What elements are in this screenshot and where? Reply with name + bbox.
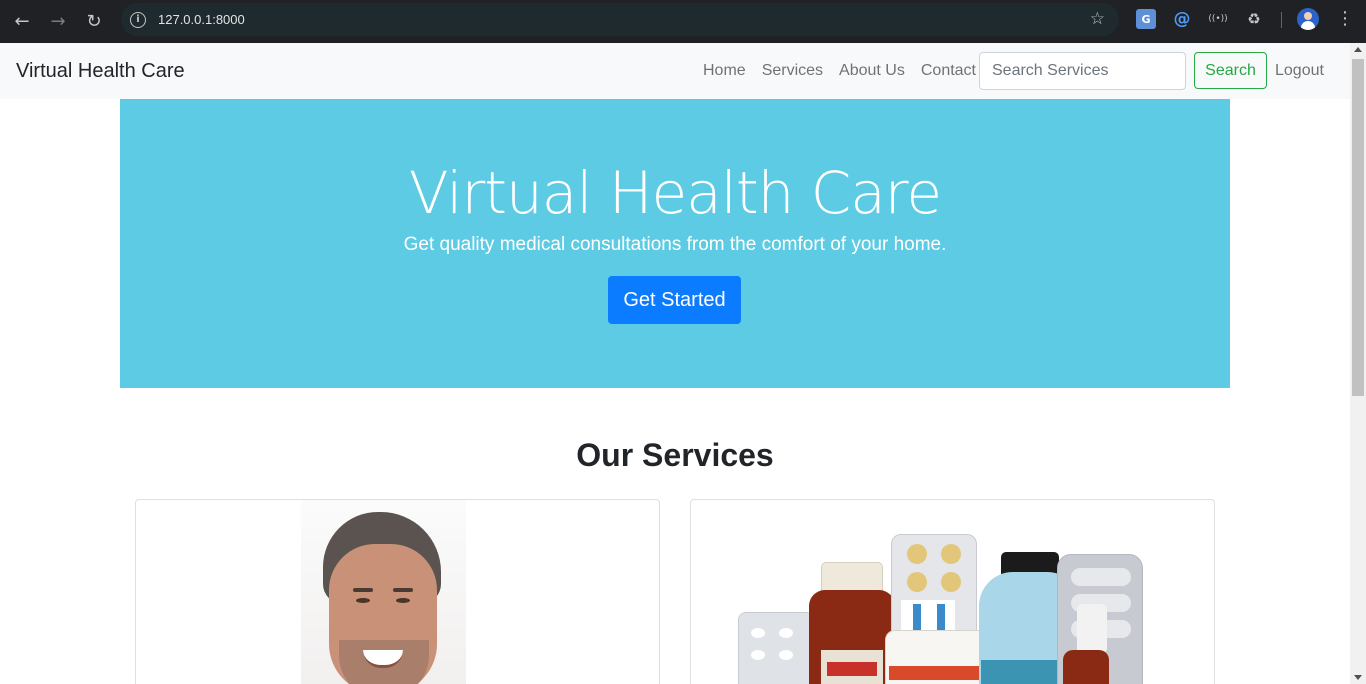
hero-title: Virtual Health Care	[408, 159, 942, 227]
address-bar[interactable]: i 127.0.0.1:8000 ☆	[121, 3, 1119, 36]
page-scrollbar[interactable]	[1350, 43, 1366, 684]
nav-link-home[interactable]: Home	[703, 62, 746, 80]
search-input[interactable]	[979, 52, 1186, 90]
toolbar-divider	[1281, 12, 1282, 28]
scroll-down-icon[interactable]	[1354, 675, 1362, 680]
search-button[interactable]: Search	[1194, 52, 1267, 89]
nav-link-contact[interactable]: Contact	[921, 62, 976, 80]
browser-toolbar: ← → ↻ i 127.0.0.1:8000 ☆ G @ ((•)) ♻ ⋮	[0, 0, 1366, 43]
services-heading: Our Services	[576, 437, 774, 473]
scroll-up-icon[interactable]	[1354, 47, 1362, 52]
star-icon[interactable]: ☆	[1090, 9, 1105, 29]
at-icon[interactable]: @	[1172, 9, 1192, 29]
medicine-image	[691, 500, 1214, 684]
back-icon[interactable]: ←	[4, 4, 40, 40]
nav-link-services[interactable]: Services	[762, 62, 823, 80]
service-card-consultation[interactable]	[135, 499, 660, 684]
url-text[interactable]: 127.0.0.1:8000	[158, 12, 245, 27]
doctor-image	[301, 500, 466, 684]
scrollbar-thumb[interactable]	[1352, 59, 1364, 396]
info-icon[interactable]: i	[130, 11, 146, 28]
profile-avatar[interactable]	[1297, 8, 1319, 30]
nav-links: Home Services About Us Contact	[703, 62, 992, 80]
reload-icon[interactable]: ↻	[76, 4, 112, 40]
navbar: Virtual Health Care Home Services About …	[0, 43, 1350, 99]
translate-icon[interactable]: G	[1136, 9, 1156, 29]
navbar-brand[interactable]: Virtual Health Care	[16, 60, 185, 83]
forward-icon[interactable]: →	[40, 4, 76, 40]
service-card-pharmacy[interactable]	[690, 499, 1215, 684]
page-viewport: Virtual Health Care Home Services About …	[0, 43, 1350, 684]
menu-icon[interactable]: ⋮	[1336, 8, 1354, 29]
hero-subtitle: Get quality medical consultations from t…	[403, 234, 947, 255]
puzzle-icon[interactable]: ♻	[1244, 9, 1264, 29]
get-started-button[interactable]: Get Started	[608, 276, 741, 324]
hero-jumbotron: Virtual Health Care Get quality medical …	[120, 99, 1230, 388]
radio-icon[interactable]: ((•))	[1208, 9, 1228, 29]
nav-link-about[interactable]: About Us	[839, 62, 905, 80]
logout-link[interactable]: Logout	[1275, 62, 1324, 80]
